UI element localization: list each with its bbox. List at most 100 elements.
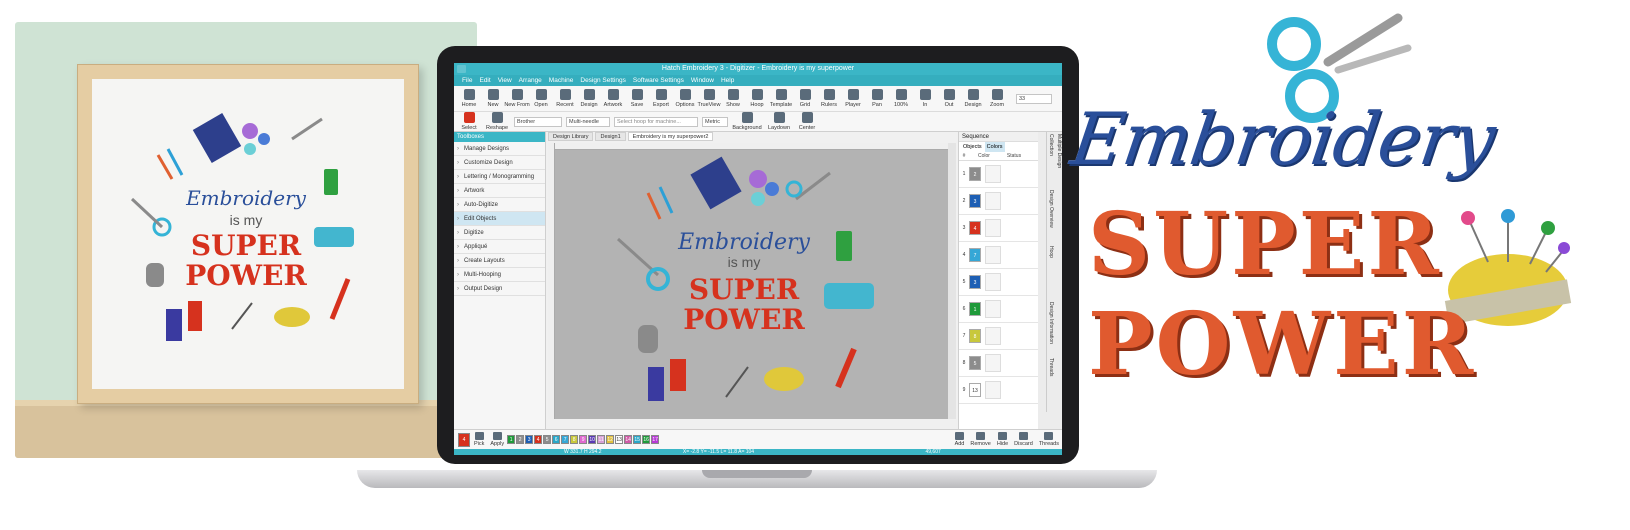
toolbar-button[interactable]: 100% xyxy=(890,89,912,108)
sequence-row[interactable]: 47 xyxy=(959,242,1038,269)
toolbox-item[interactable]: Edit Objects xyxy=(454,212,545,226)
palette-swatch[interactable]: 15 xyxy=(633,435,642,444)
menu-machine[interactable]: Machine xyxy=(549,75,574,86)
toolbar-button[interactable]: Grid xyxy=(794,89,816,108)
machine-brand-select[interactable]: Brother xyxy=(514,116,562,127)
palette-swatch[interactable]: 8 xyxy=(570,435,579,444)
canvas-vertical-scrollbar[interactable] xyxy=(948,143,956,419)
menu-edit[interactable]: Edit xyxy=(479,75,490,86)
palette-action-button[interactable]: Threads xyxy=(1039,432,1059,447)
toolbar-button[interactable]: New xyxy=(482,89,504,108)
toolbar-button[interactable]: New From xyxy=(504,89,530,108)
palette-swatch[interactable]: 9 xyxy=(579,435,588,444)
palette-swatch[interactable]: 6 xyxy=(552,435,561,444)
toolbox-item[interactable]: Auto-Digitize xyxy=(454,198,545,212)
needle-type-select[interactable]: Multi-needle xyxy=(566,116,610,127)
current-color-swatch[interactable]: 4 xyxy=(458,432,470,447)
menu-view[interactable]: View xyxy=(498,75,512,86)
tab-design1[interactable]: Design1 xyxy=(595,132,626,141)
toolbar-button[interactable]: TrueView xyxy=(698,89,720,108)
toolbar-button[interactable]: Template xyxy=(770,89,792,108)
toolbar-button[interactable]: Options xyxy=(674,89,696,108)
toolbox-item[interactable]: Appliqué xyxy=(454,240,545,254)
sequence-row[interactable]: 34 xyxy=(959,215,1038,242)
toolbar-button[interactable]: Home xyxy=(458,89,480,108)
tab-design-library[interactable]: Design Library xyxy=(548,132,594,141)
palette-swatch[interactable]: 17 xyxy=(651,435,660,444)
palette-action-button[interactable]: Discard xyxy=(1014,432,1033,447)
sequence-row[interactable]: 61 xyxy=(959,296,1038,323)
toolbar-button-label: 100% xyxy=(893,102,909,108)
palette-swatch[interactable]: 5 xyxy=(543,435,552,444)
sequence-row[interactable]: 53 xyxy=(959,269,1038,296)
toolbar-button[interactable]: Artwork xyxy=(602,89,624,108)
docker-tab[interactable]: Design Overview xyxy=(1046,188,1055,244)
select-tool-button[interactable]: Select xyxy=(458,112,480,131)
palette-swatch[interactable]: 12 xyxy=(606,435,615,444)
palette-swatch[interactable]: 3 xyxy=(525,435,534,444)
palette-swatch[interactable]: 10 xyxy=(588,435,597,444)
toolbox-item[interactable]: Customize Design xyxy=(454,156,545,170)
docker-tab[interactable]: Hoop xyxy=(1046,244,1055,300)
toolbox-item[interactable]: Artwork xyxy=(454,184,545,198)
tab-superpower-design[interactable]: Embroidery is my superpower2 xyxy=(627,132,714,141)
pick-button[interactable]: Pick xyxy=(474,432,484,447)
palette-swatch[interactable]: 16 xyxy=(642,435,651,444)
menu-arrange[interactable]: Arrange xyxy=(519,75,542,86)
palette-action-button[interactable]: Add xyxy=(955,432,964,447)
tab-colors[interactable]: Colors xyxy=(984,142,1005,152)
laydown-button[interactable]: Laydown xyxy=(768,112,790,131)
zoom-field[interactable]: 33 xyxy=(1016,93,1052,104)
reshape-tool-button[interactable]: Reshape xyxy=(486,112,508,131)
palette-swatch[interactable]: 4 xyxy=(534,435,543,444)
palette-action-button[interactable]: Remove xyxy=(970,432,991,447)
toolbar-button[interactable]: Export xyxy=(650,89,672,108)
center-button[interactable]: Center xyxy=(796,112,818,131)
docker-tab[interactable]: Design Information xyxy=(1046,300,1055,356)
sequence-row[interactable]: 12 xyxy=(959,161,1038,188)
menu-software-settings[interactable]: Software Settings xyxy=(633,75,684,86)
toolbox-item[interactable]: Output Design xyxy=(454,282,545,296)
palette-swatch[interactable]: 11 xyxy=(597,435,606,444)
toolbox-item[interactable]: Create Layouts xyxy=(454,254,545,268)
toolbar-button[interactable]: Player xyxy=(842,89,864,108)
toolbar-button[interactable]: Design xyxy=(962,89,984,108)
palette-swatch[interactable]: 1 xyxy=(507,435,516,444)
unit-select[interactable]: Metric xyxy=(702,116,728,127)
palette-action-button[interactable]: Hide xyxy=(997,432,1008,447)
sequence-row[interactable]: 9 13 xyxy=(959,377,1038,404)
menu-window[interactable]: Window xyxy=(691,75,714,86)
toolbox-item[interactable]: Lettering / Monogramming xyxy=(454,170,545,184)
toolbar-button[interactable]: Save xyxy=(626,89,648,108)
toolbar-button[interactable]: Design xyxy=(578,89,600,108)
palette-swatch[interactable]: 2 xyxy=(516,435,525,444)
sequence-row[interactable]: 78 xyxy=(959,323,1038,350)
tab-objects[interactable]: Objects xyxy=(963,142,982,152)
toolbar-button[interactable]: Rulers xyxy=(818,89,840,108)
toolbar-button[interactable]: Show xyxy=(722,89,744,108)
sequence-row[interactable]: 23 xyxy=(959,188,1038,215)
background-button[interactable]: Background xyxy=(732,112,762,131)
toolbar-button[interactable]: Zoom xyxy=(986,89,1008,108)
palette-swatch[interactable]: 13 xyxy=(615,435,624,444)
toolbar-button[interactable]: In xyxy=(914,89,936,108)
toolbox-item[interactable]: Manage Designs xyxy=(454,142,545,156)
toolbox-item[interactable]: Multi-Hooping xyxy=(454,268,545,282)
toolbar-button[interactable]: Recent xyxy=(554,89,576,108)
sequence-row[interactable]: 85 xyxy=(959,350,1038,377)
docker-tab[interactable]: Threads xyxy=(1046,356,1055,412)
hoop-select[interactable]: Select hoop for machine... xyxy=(614,116,698,127)
menu-design-settings[interactable]: Design Settings xyxy=(580,75,626,86)
menu-help[interactable]: Help xyxy=(721,75,734,86)
design-canvas[interactable]: Embroidery is my SUPER POWER xyxy=(548,143,948,419)
toolbar-button[interactable]: Out xyxy=(938,89,960,108)
toolbar-button[interactable]: Open xyxy=(530,89,552,108)
toolbar-button[interactable]: Pan xyxy=(866,89,888,108)
menu-file[interactable]: File xyxy=(462,75,472,86)
docker-tab[interactable]: Multiple Design Collection xyxy=(1046,132,1062,188)
toolbox-item[interactable]: Digitize xyxy=(454,226,545,240)
palette-swatch[interactable]: 7 xyxy=(561,435,570,444)
palette-swatch[interactable]: 14 xyxy=(624,435,633,444)
toolbar-button[interactable]: Hoop xyxy=(746,89,768,108)
apply-button[interactable]: Apply xyxy=(490,432,504,447)
